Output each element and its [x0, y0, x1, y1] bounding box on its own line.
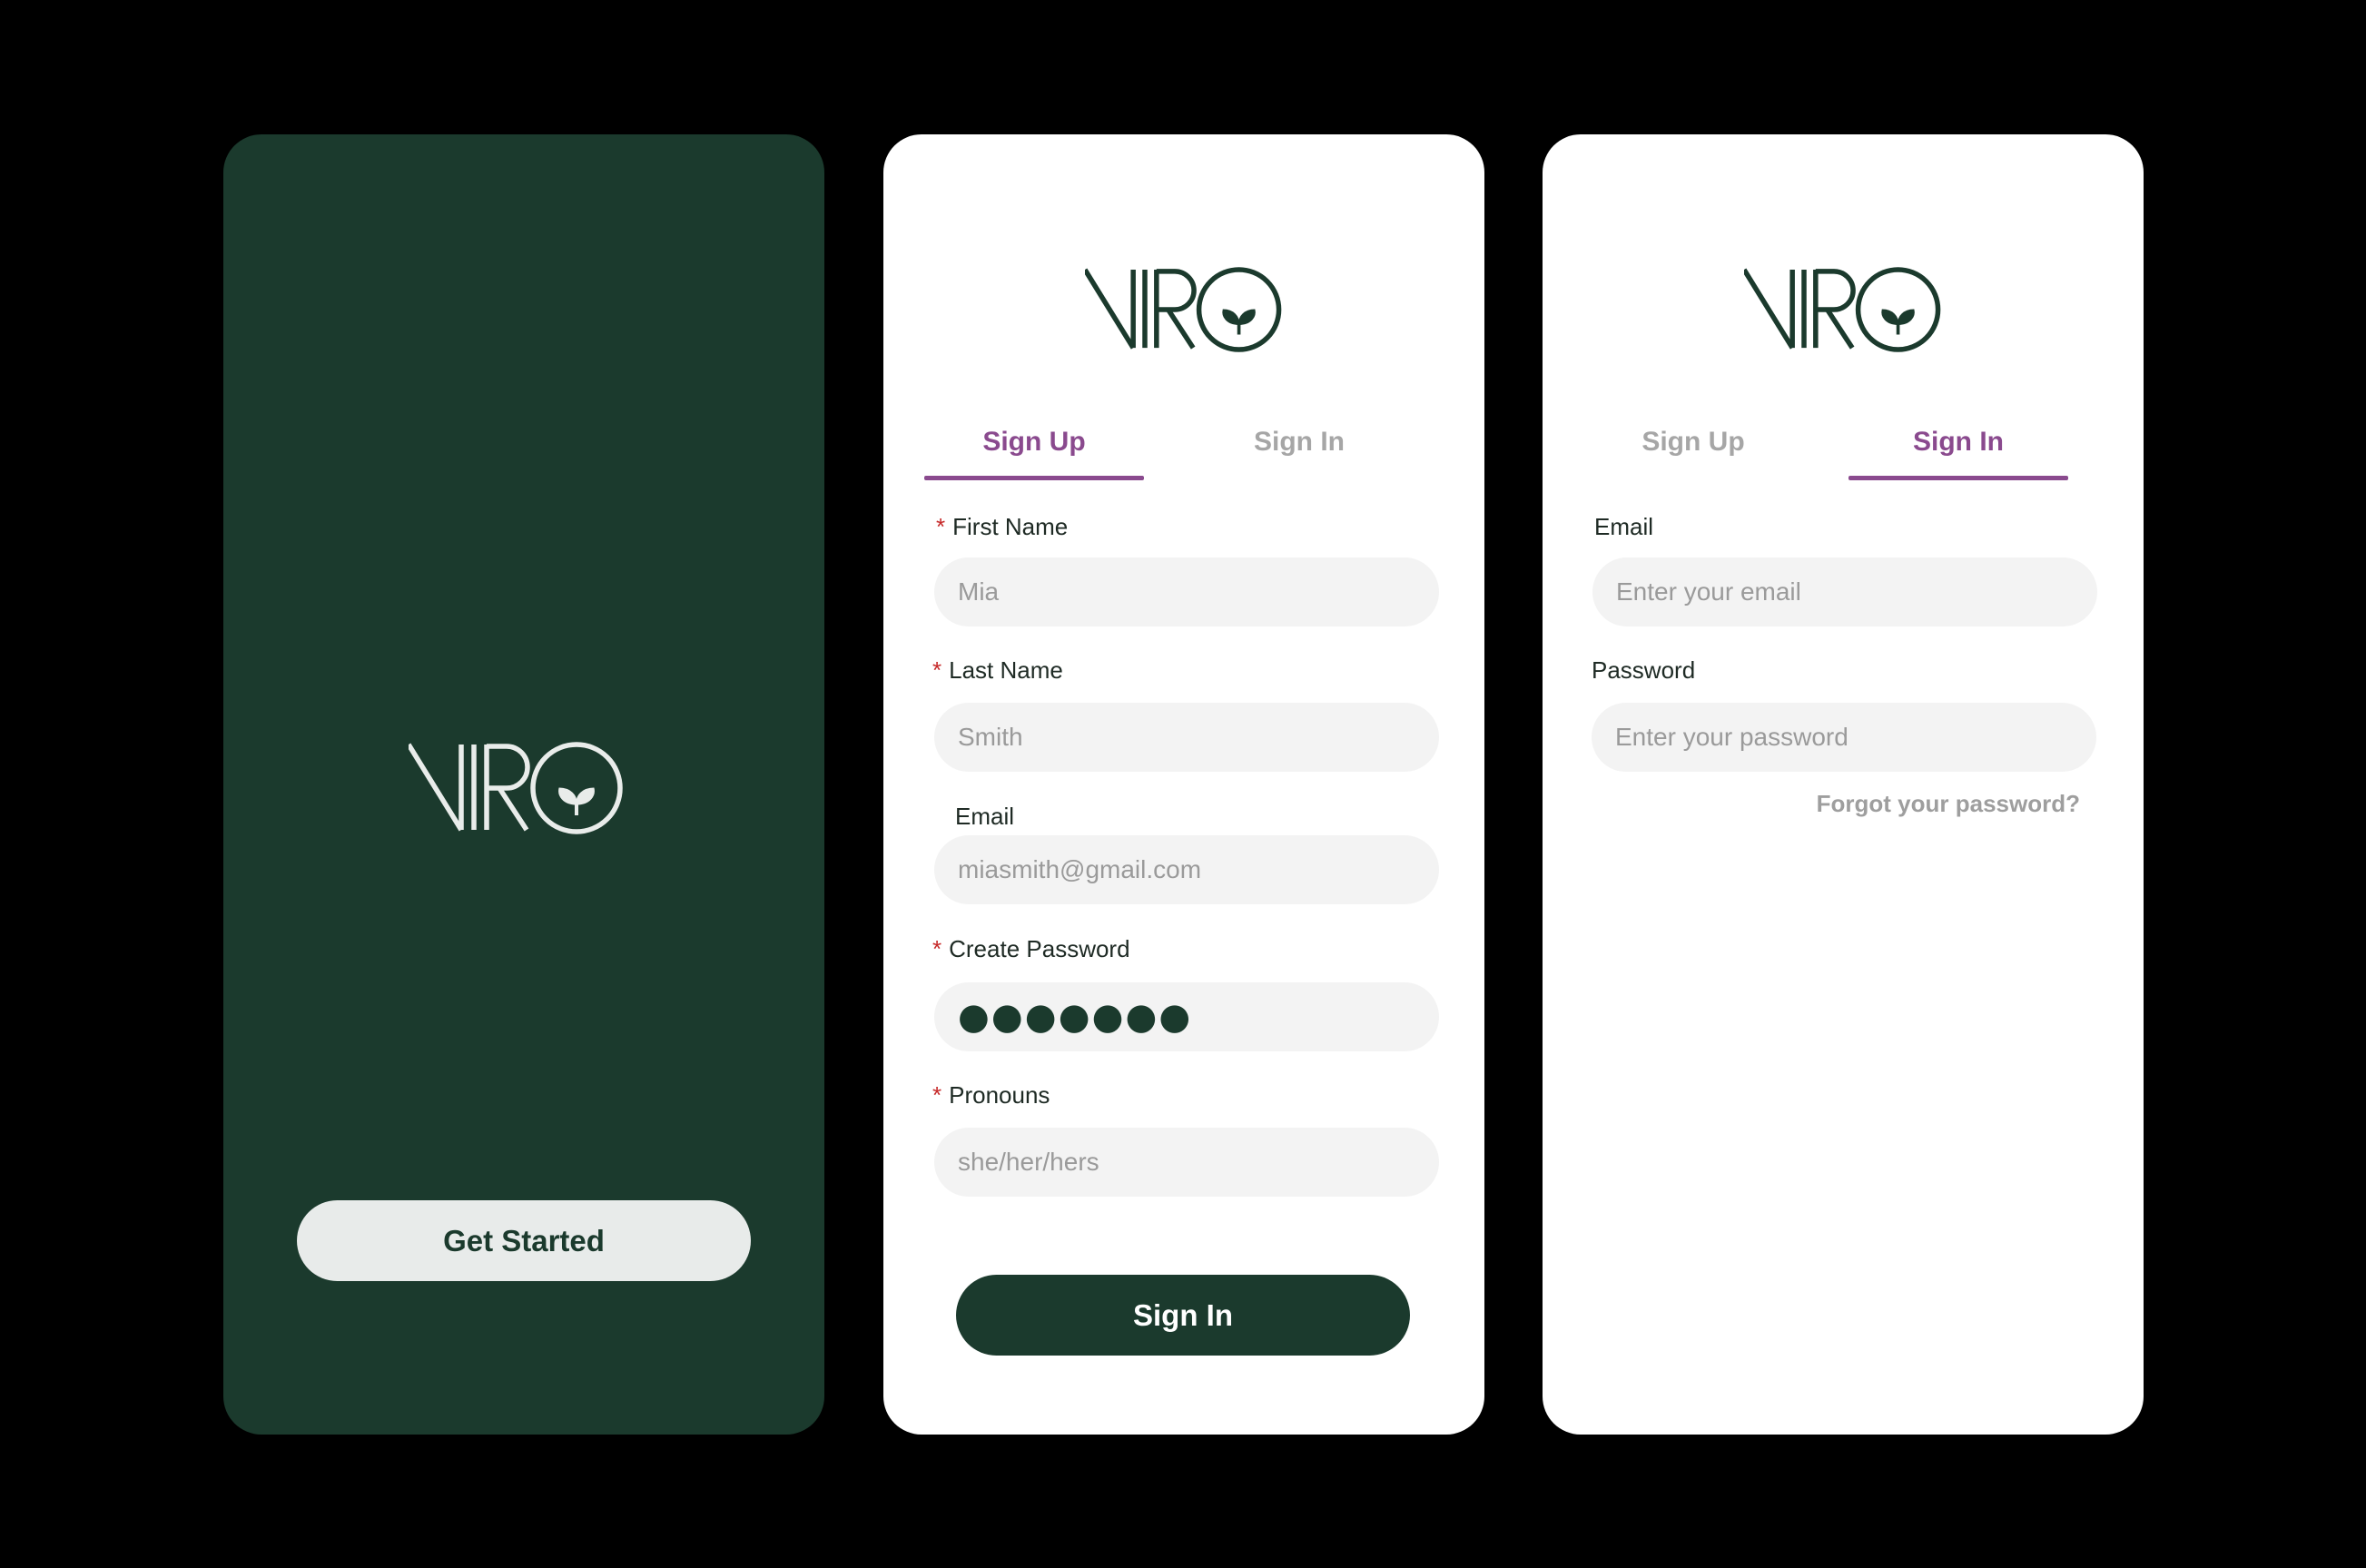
- pronouns-label-text: Pronouns: [949, 1081, 1050, 1109]
- tab-sign-in[interactable]: Sign In: [1189, 411, 1409, 486]
- first-name-field[interactable]: Mia: [934, 557, 1439, 626]
- email-label: Email: [955, 803, 1015, 830]
- auth-tabs: Sign Up Sign In: [1583, 411, 2110, 486]
- required-mark: *: [936, 513, 946, 540]
- pronouns-field[interactable]: she/her/hers: [934, 1128, 1439, 1197]
- email-field[interactable]: miasmith@gmail.com: [934, 835, 1439, 904]
- password-mask: ●●●●●●●: [958, 996, 1193, 1038]
- tab-sign-up[interactable]: Sign Up: [924, 411, 1144, 486]
- signin-screen: VIRO Sign Up Sign In Email Enter your em…: [1543, 134, 2144, 1435]
- last-name-label: * Last Name: [932, 656, 1063, 685]
- required-mark: *: [932, 935, 942, 962]
- create-password-label: * Create Password: [932, 935, 1130, 963]
- forgot-password-link[interactable]: Forgot your password?: [1817, 790, 2080, 818]
- tab-sign-in[interactable]: Sign In: [1848, 411, 2068, 486]
- last-name-label-text: Last Name: [949, 656, 1063, 684]
- viro-logo: VIRO: [1744, 266, 1944, 353]
- required-mark: *: [932, 656, 942, 684]
- auth-tabs: Sign Up Sign In: [924, 411, 1451, 486]
- viro-logo: VIRO: [409, 741, 626, 835]
- viro-logo: VIRO: [1085, 266, 1285, 353]
- first-name-label: * First Name: [936, 513, 1068, 541]
- required-mark: *: [932, 1081, 942, 1109]
- email-field[interactable]: Enter your email: [1592, 557, 2097, 626]
- signup-screen: VIRO Sign Up Sign In *First Name Mia *La…: [883, 134, 1484, 1435]
- email-label: Email: [1594, 513, 1654, 540]
- last-name-field[interactable]: Smith: [934, 703, 1439, 772]
- get-started-button[interactable]: Get Started: [297, 1200, 751, 1281]
- password-field[interactable]: Enter your password: [1592, 703, 2096, 772]
- first-name-label-text: First Name: [952, 513, 1069, 540]
- splash-screen: VIRO Get Started: [223, 134, 824, 1435]
- create-password-label-text: Create Password: [949, 935, 1130, 962]
- password-label: Password: [1592, 656, 1696, 684]
- tab-sign-up[interactable]: Sign Up: [1583, 411, 1803, 486]
- pronouns-label: * Pronouns: [932, 1081, 1050, 1109]
- create-password-field[interactable]: ●●●●●●●: [934, 982, 1439, 1051]
- sign-in-button[interactable]: Sign In: [956, 1275, 1410, 1356]
